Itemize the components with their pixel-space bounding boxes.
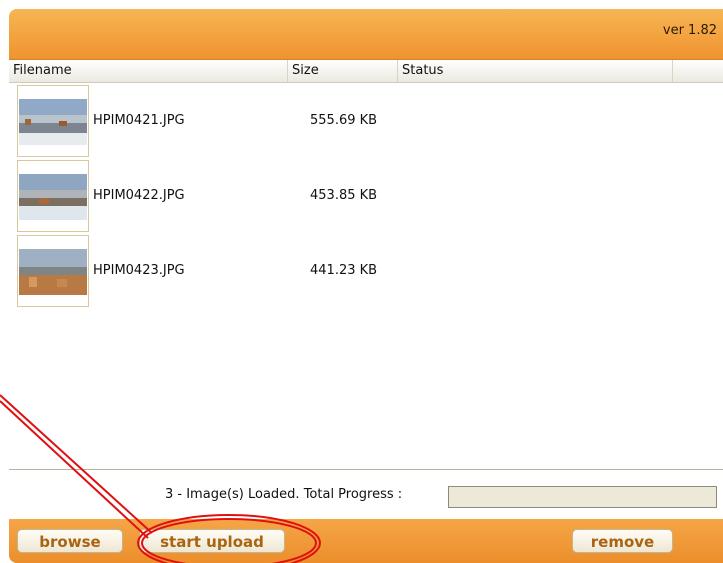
- uploader-frame: ver 1.82 Filename Size Status HPIM0421.J…: [9, 9, 723, 563]
- file-size: 453.85 KB: [310, 188, 378, 203]
- file-name: HPIM0421.JPG: [93, 113, 185, 128]
- column-size[interactable]: Size: [288, 60, 398, 82]
- remove-button[interactable]: remove: [572, 529, 673, 553]
- browse-button[interactable]: browse: [17, 529, 123, 553]
- version-label: ver 1.82: [662, 23, 717, 38]
- file-list-panel: Filename Size Status HPIM0421.JPG 555.69…: [9, 59, 723, 520]
- file-row[interactable]: HPIM0423.JPG 441.23 KB: [9, 234, 723, 309]
- file-size: 555.69 KB: [310, 113, 378, 128]
- file-row[interactable]: HPIM0422.JPG 453.85 KB: [9, 159, 723, 234]
- file-name: HPIM0422.JPG: [93, 188, 185, 203]
- file-size: 441.23 KB: [310, 263, 378, 278]
- file-row[interactable]: HPIM0421.JPG 555.69 KB: [9, 84, 723, 159]
- title-bar: ver 1.82: [9, 9, 723, 59]
- column-header: Filename Size Status: [9, 60, 723, 83]
- column-filler: [673, 60, 723, 82]
- thumbnail-image: [17, 235, 89, 307]
- column-filename[interactable]: Filename: [9, 60, 288, 82]
- file-name: HPIM0423.JPG: [93, 263, 185, 278]
- total-progress-bar: [448, 486, 717, 508]
- thumbnail-image: [17, 85, 89, 157]
- start-upload-button[interactable]: start upload: [139, 529, 285, 553]
- button-bar: browse start upload remove: [9, 519, 723, 563]
- status-divider: [9, 469, 723, 470]
- upload-summary: 3 - Image(s) Loaded. Total Progress :: [165, 487, 403, 502]
- column-status[interactable]: Status: [398, 60, 673, 82]
- thumbnail-image: [17, 160, 89, 232]
